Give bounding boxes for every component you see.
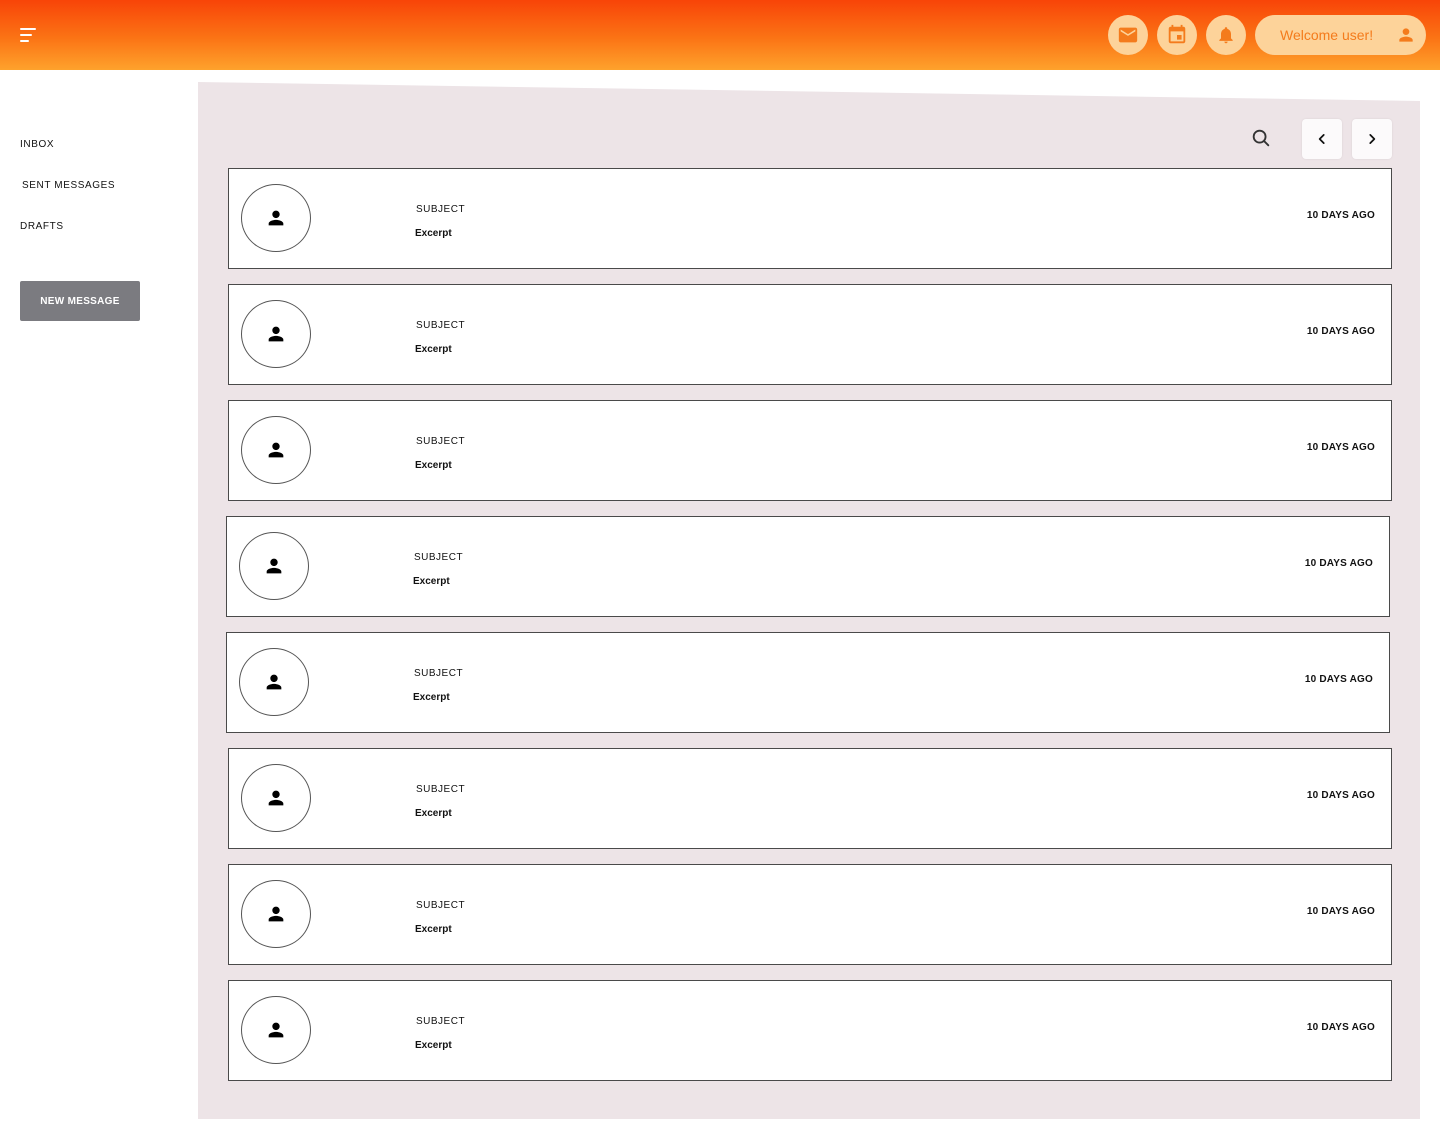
bell-icon — [1219, 27, 1233, 44]
avatar — [239, 532, 309, 600]
avatar — [241, 880, 311, 948]
message-row[interactable]: SUBJECT Excerpt 10 DAYS AGO — [228, 980, 1392, 1081]
sidebar-item-drafts[interactable]: DRAFTS — [20, 221, 64, 232]
message-excerpt: Excerpt — [413, 692, 450, 703]
message-row[interactable]: SUBJECT Excerpt 10 DAYS AGO — [228, 864, 1392, 965]
message-time: 10 DAYS AGO — [1306, 326, 1375, 337]
message-row[interactable]: SUBJECT Excerpt 10 DAYS AGO — [226, 516, 1390, 617]
message-excerpt: Excerpt — [415, 808, 452, 819]
message-excerpt: Excerpt — [415, 344, 452, 355]
message-excerpt: Excerpt — [415, 460, 452, 471]
avatar — [241, 996, 311, 1064]
message-time: 10 DAYS AGO — [1306, 442, 1375, 453]
message-time: 10 DAYS AGO — [1306, 790, 1375, 801]
mail-icon — [1118, 27, 1138, 43]
notifications-button[interactable] — [1206, 15, 1246, 55]
message-row[interactable]: SUBJECT Excerpt 10 DAYS AGO — [226, 632, 1390, 733]
message-excerpt: Excerpt — [413, 576, 450, 587]
prev-page-button[interactable] — [1302, 119, 1342, 159]
message-subject: SUBJECT — [414, 668, 464, 679]
message-time: 10 DAYS AGO — [1306, 210, 1375, 221]
message-time: 10 DAYS AGO — [1304, 674, 1373, 685]
sidebar-item-sent-messages[interactable]: SENT MESSAGES — [22, 180, 115, 191]
message-subject: SUBJECT — [416, 784, 466, 795]
message-excerpt: Excerpt — [415, 1040, 452, 1051]
message-row[interactable]: SUBJECT Excerpt 10 DAYS AGO — [228, 748, 1392, 849]
message-subject: SUBJECT — [416, 900, 466, 911]
menu-icon[interactable] — [18, 25, 38, 45]
top-bar: Welcome user! — [0, 0, 1440, 70]
person-icon — [268, 326, 284, 342]
chevron-right-icon — [1369, 134, 1376, 144]
welcome-text: Welcome user! — [1280, 27, 1374, 43]
person-icon — [266, 558, 282, 574]
calendar-button[interactable] — [1157, 15, 1197, 55]
chevron-left-icon — [1318, 134, 1325, 144]
person-icon — [266, 674, 282, 690]
calendar-icon — [1168, 24, 1186, 44]
search-icon[interactable] — [1250, 127, 1272, 149]
message-excerpt: Excerpt — [415, 228, 452, 239]
avatar — [239, 648, 309, 716]
avatar — [241, 416, 311, 484]
new-message-button[interactable]: NEW MESSAGE — [20, 281, 140, 321]
person-icon — [268, 210, 284, 226]
message-row[interactable]: SUBJECT Excerpt 10 DAYS AGO — [228, 284, 1392, 385]
message-subject: SUBJECT — [416, 320, 466, 331]
user-menu-button[interactable]: Welcome user! — [1255, 15, 1426, 55]
person-icon — [268, 442, 284, 458]
person-icon — [268, 906, 284, 922]
person-icon — [268, 1022, 284, 1038]
message-row[interactable]: SUBJECT Excerpt 10 DAYS AGO — [228, 400, 1392, 501]
message-subject: SUBJECT — [416, 436, 466, 447]
avatar — [241, 184, 311, 252]
message-row[interactable]: SUBJECT Excerpt 10 DAYS AGO — [228, 168, 1392, 269]
person-icon — [268, 790, 284, 806]
avatar — [241, 300, 311, 368]
next-page-button[interactable] — [1352, 119, 1392, 159]
message-excerpt: Excerpt — [415, 924, 452, 935]
sidebar-item-inbox[interactable]: INBOX — [20, 139, 54, 150]
message-time: 10 DAYS AGO — [1306, 906, 1375, 917]
message-time: 10 DAYS AGO — [1304, 558, 1373, 569]
avatar — [241, 764, 311, 832]
message-subject: SUBJECT — [416, 1016, 466, 1027]
message-subject: SUBJECT — [414, 552, 464, 563]
message-subject: SUBJECT — [416, 204, 466, 215]
user-icon — [1399, 28, 1413, 42]
message-time: 10 DAYS AGO — [1306, 1022, 1375, 1033]
mail-button[interactable] — [1108, 15, 1148, 55]
